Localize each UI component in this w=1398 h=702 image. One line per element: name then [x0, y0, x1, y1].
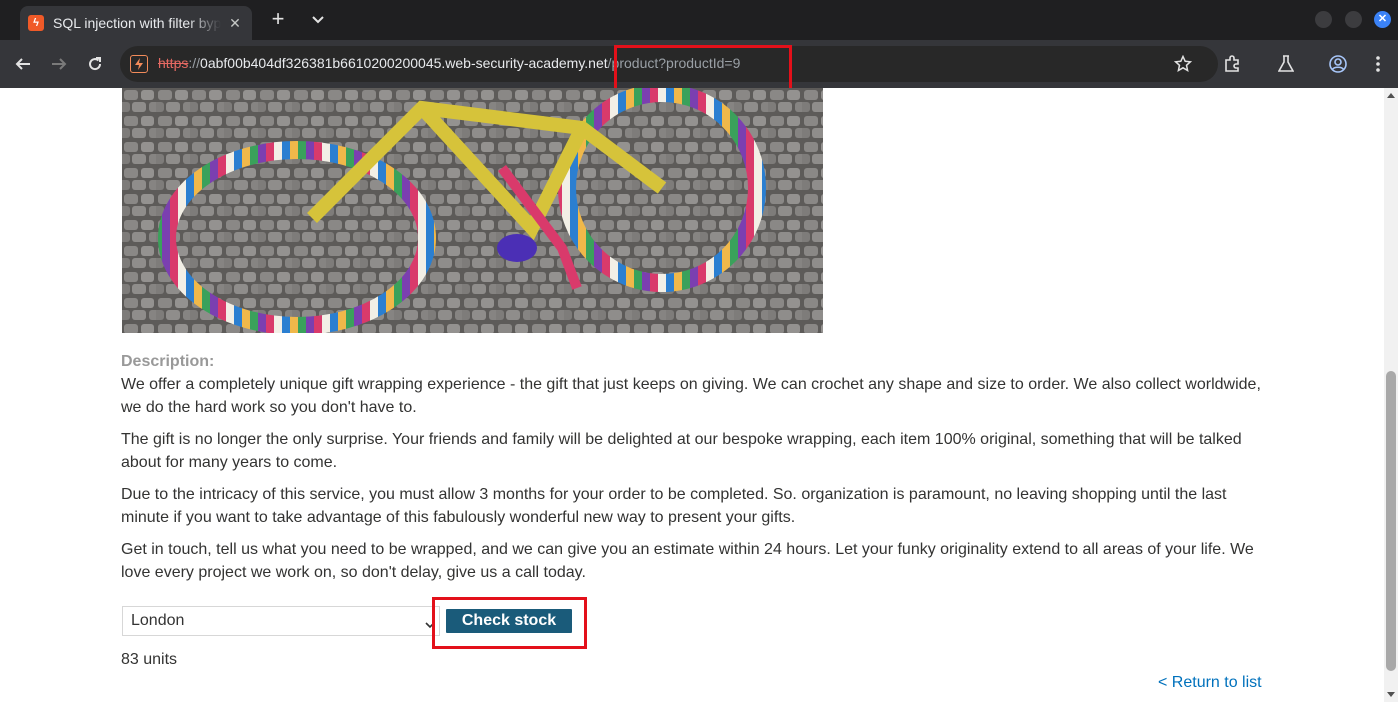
scrollbar-thumb[interactable]	[1386, 371, 1396, 671]
labs-flask-icon[interactable]	[1276, 54, 1296, 74]
url-path-highlight	[614, 45, 792, 92]
back-arrow-icon[interactable]	[11, 52, 35, 76]
tab-title: SQL injection with filter bypass via XML…	[53, 15, 221, 31]
kebab-menu-icon[interactable]	[1368, 54, 1388, 74]
product-description: Description: We offer a completely uniqu…	[121, 350, 1266, 593]
minimize-button[interactable]	[1315, 11, 1332, 28]
extensions-puzzle-icon[interactable]	[1222, 54, 1242, 74]
bookmark-star-icon[interactable]	[1173, 54, 1193, 73]
profile-avatar-icon[interactable]	[1328, 54, 1348, 74]
description-label: Description:	[121, 353, 215, 370]
reload-icon[interactable]	[83, 52, 107, 76]
url-scheme: https	[158, 55, 189, 71]
url-host: 0abf00b404df326381b6610200200045.web-sec…	[200, 55, 608, 71]
stock-result: 83 units	[121, 651, 178, 668]
forward-arrow-icon[interactable]	[47, 52, 71, 76]
store-select-value: London	[131, 612, 185, 629]
window-close-button[interactable]: ✕	[1374, 11, 1391, 28]
store-select[interactable]: London	[122, 606, 440, 636]
scroll-up-arrow-icon[interactable]	[1387, 93, 1395, 98]
not-secure-icon[interactable]	[130, 55, 148, 73]
page-viewport: Description: We offer a completely uniqu…	[0, 88, 1384, 702]
tab-close-icon[interactable]: ✕	[226, 15, 244, 32]
page-scrollbar[interactable]	[1384, 88, 1398, 702]
burp-lightning-icon: ϟ	[28, 15, 44, 31]
description-paragraph: The gift is no longer the only surprise.…	[121, 431, 1242, 471]
tab-list-chevron-icon[interactable]	[306, 8, 330, 32]
yarn-bike-picture	[122, 88, 823, 333]
browser-tab[interactable]: ϟ SQL injection with filter bypass via X…	[20, 6, 252, 40]
description-paragraph: Due to the intricacy of this service, yo…	[121, 486, 1227, 526]
product-image	[122, 88, 823, 333]
description-paragraph: We offer a completely unique gift wrappi…	[121, 376, 1261, 416]
maximize-button[interactable]	[1345, 11, 1362, 28]
browser-tab-strip: ϟ SQL injection with filter bypass via X…	[0, 0, 1398, 40]
url-separator: ://	[188, 55, 201, 71]
new-tab-icon[interactable]: +	[266, 8, 290, 32]
scroll-down-arrow-icon[interactable]	[1387, 692, 1395, 697]
description-paragraph: Get in touch, tell us what you need to b…	[121, 541, 1254, 581]
return-to-list-link[interactable]: < Return to list	[1158, 674, 1262, 692]
check-stock-highlight	[432, 597, 587, 649]
